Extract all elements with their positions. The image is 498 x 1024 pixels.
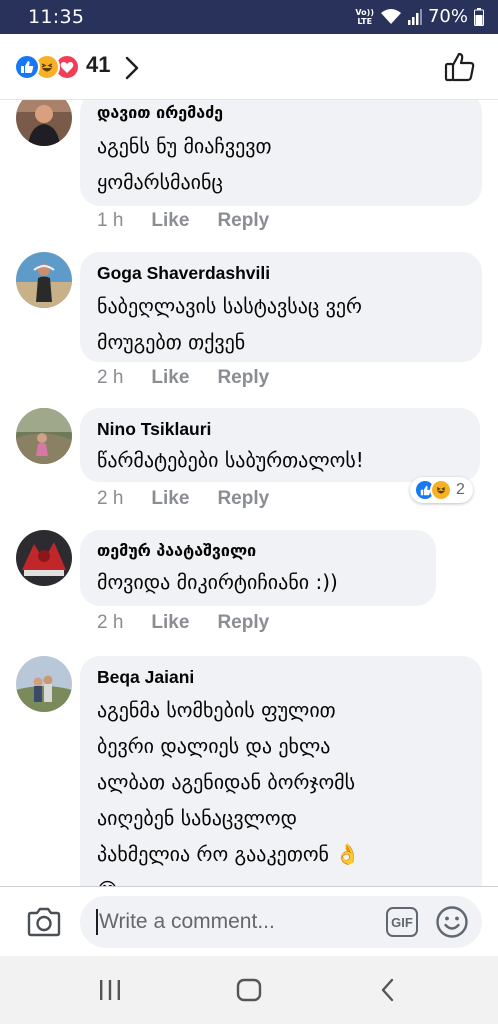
comment-input[interactable]: Write a comment... xyxy=(96,909,275,935)
comment-bubble[interactable]: Goga Shaverdashvili ნაბეღლავის სასტავსაც… xyxy=(80,252,482,362)
comment-author[interactable]: თემურ პაატაშვილი xyxy=(97,540,418,562)
status-icons: Vo)) LTE 70% xyxy=(355,6,484,27)
thumbs-up-outline-icon[interactable] xyxy=(444,51,476,87)
reaction-icons[interactable] xyxy=(14,54,84,80)
comment-time: 2 h xyxy=(97,488,124,509)
comment-bubble[interactable]: Nino Tsiklauri წარმატებები საბურთალოს! xyxy=(80,408,480,482)
comment-text: მოვიდა მიკირტიჩიანი :)) xyxy=(97,570,338,594)
comment-author[interactable]: Goga Shaverdashvili xyxy=(97,262,464,284)
avatar[interactable] xyxy=(16,408,72,464)
comment-composer: Write a comment... GIF xyxy=(0,886,498,956)
battery-percent: 70% xyxy=(427,6,468,27)
comment-meta: 2 h Like Reply xyxy=(97,367,269,389)
comment-bubble[interactable]: Beqa Jaiani აგენმა სომხების ფულით ბევრი … xyxy=(80,656,482,886)
back-icon[interactable] xyxy=(380,978,396,1006)
reaction-count[interactable]: 41 xyxy=(86,52,110,78)
reactions-header[interactable]: 41 xyxy=(0,34,498,100)
comment-text: ნაბეღლავის სასტავსაც ვერ მოუგებთ თქვენ xyxy=(97,294,362,354)
like-button[interactable]: Like xyxy=(151,210,189,232)
like-button[interactable]: Like xyxy=(151,367,189,389)
volte-indicator: Vo)) LTE xyxy=(355,7,374,26)
home-icon[interactable] xyxy=(236,978,262,1006)
avatar[interactable] xyxy=(16,100,72,146)
recent-apps-icon[interactable] xyxy=(99,980,121,1004)
like-button[interactable]: Like xyxy=(151,612,189,634)
comment-author[interactable]: Beqa Jaiani xyxy=(97,666,464,688)
reply-button[interactable]: Reply xyxy=(217,612,269,634)
reply-button[interactable]: Reply xyxy=(217,367,269,389)
comment-bubble[interactable]: თემურ პაატაშვილი მოვიდა მიკირტიჩიანი :)) xyxy=(80,530,436,606)
comment-time: 2 h xyxy=(97,367,124,388)
gif-icon[interactable]: GIF xyxy=(386,907,418,937)
comments-list[interactable]: დავით ირემაძე აგენს ნუ მიაჩვევთ ყომარსმა… xyxy=(0,100,498,886)
haha-reaction-icon xyxy=(430,479,452,501)
comment-bubble[interactable]: დავით ირემაძე აგენს ნუ მიაჩვევთ ყომარსმა… xyxy=(80,100,482,206)
comment-text: აგენს ნუ მიაჩვევთ ყომარსმაინც xyxy=(97,134,272,194)
comment-meta: 2 h Like Reply xyxy=(97,488,269,510)
reply-button[interactable]: Reply xyxy=(217,210,269,232)
comment-author[interactable]: Nino Tsiklauri xyxy=(97,418,462,440)
system-nav-bar xyxy=(0,956,498,1024)
avatar[interactable] xyxy=(16,656,72,712)
comment-meta: 1 h Like Reply xyxy=(97,210,269,232)
comment-text: აგენმა სომხების ფულით ბევრი დალიეს და ეხ… xyxy=(97,698,361,886)
signal-icon xyxy=(407,8,422,25)
like-reaction-icon xyxy=(14,54,40,80)
comment-reactions[interactable]: 2 xyxy=(410,477,473,503)
comment-meta: 2 h Like Reply xyxy=(97,612,269,634)
status-bar: 11:35 Vo)) LTE 70% xyxy=(0,0,498,34)
comment-author[interactable]: დავით ირემაძე xyxy=(97,102,464,124)
avatar[interactable] xyxy=(16,530,72,586)
like-button[interactable]: Like xyxy=(151,488,189,510)
avatar[interactable] xyxy=(16,252,72,308)
comment-reaction-count: 2 xyxy=(456,481,465,498)
battery-icon xyxy=(474,7,484,26)
wifi-icon xyxy=(380,8,402,26)
reply-button[interactable]: Reply xyxy=(217,488,269,510)
emoji-icon[interactable] xyxy=(435,905,469,943)
comment-time: 1 h xyxy=(97,210,124,231)
comment-time: 2 h xyxy=(97,612,124,633)
camera-icon[interactable] xyxy=(26,906,62,942)
chevron-right-icon[interactable] xyxy=(124,56,140,84)
status-time: 11:35 xyxy=(28,6,85,28)
comment-text: წარმატებები საბურთალოს! xyxy=(97,448,364,472)
comment-input-box[interactable]: Write a comment... GIF xyxy=(80,896,482,948)
